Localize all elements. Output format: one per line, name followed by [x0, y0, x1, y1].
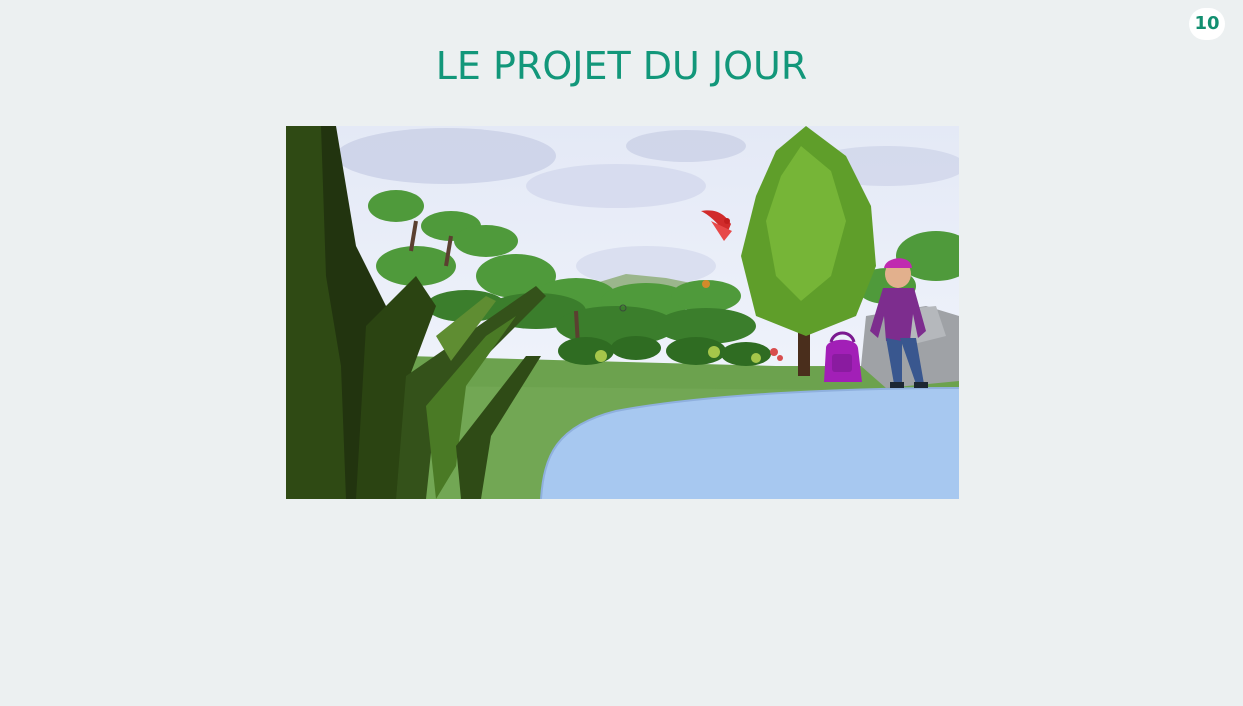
scene-image: [286, 126, 959, 499]
slide: 10 LE PROJET DU JOUR: [0, 0, 1243, 706]
slide-title: LE PROJET DU JOUR: [435, 44, 808, 88]
forest-scene: [286, 126, 959, 499]
page-number-badge: 10: [1189, 8, 1225, 40]
